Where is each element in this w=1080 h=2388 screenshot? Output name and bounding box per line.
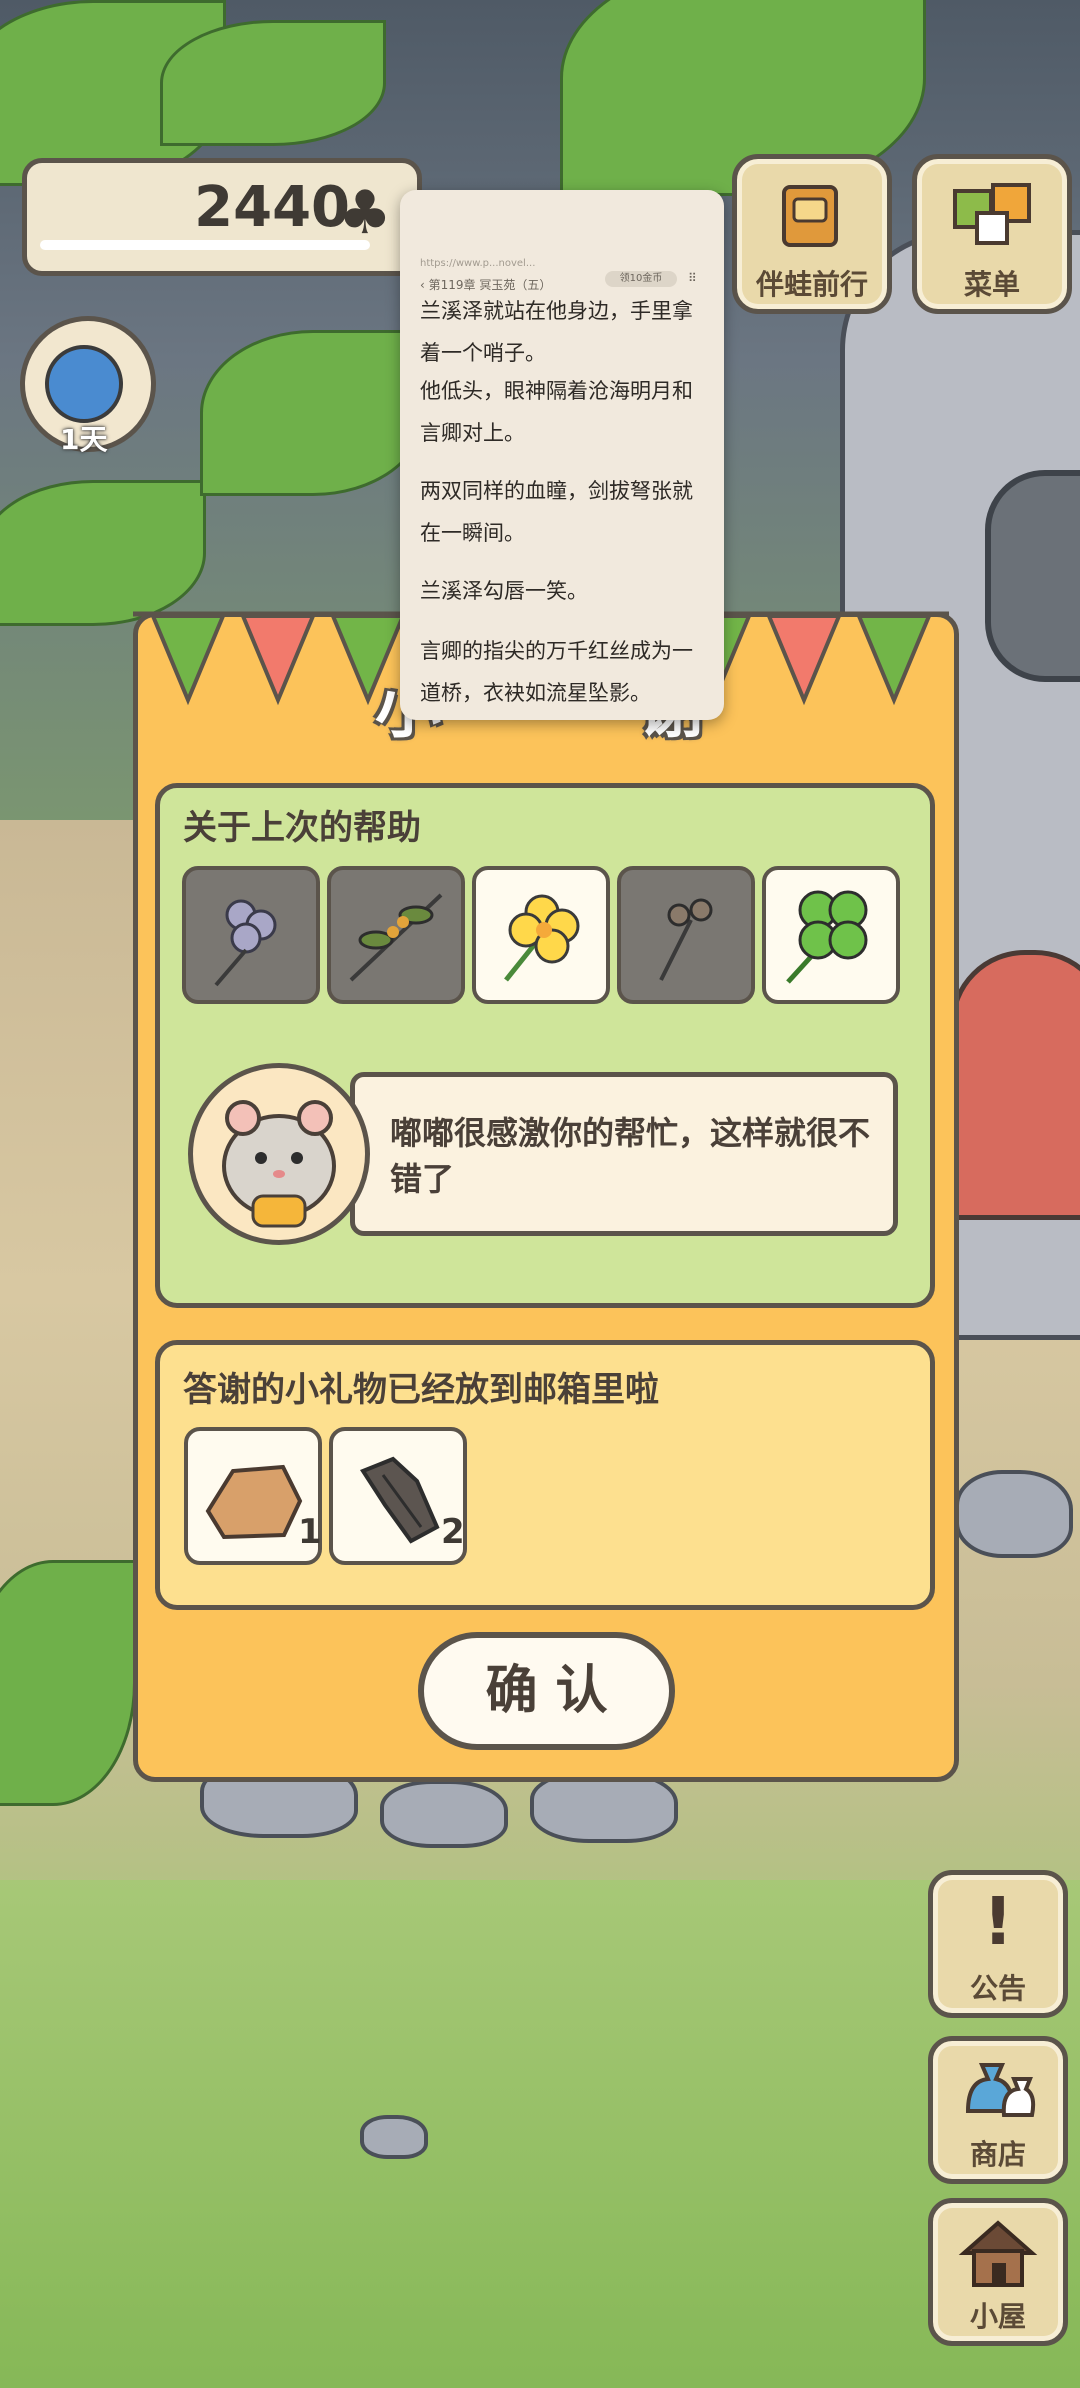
bush-leaf	[160, 20, 386, 146]
menu-button[interactable]: 菜单	[912, 154, 1072, 314]
companion-button-label: 伴蛙前行	[755, 268, 868, 301]
gift-heading: 答谢的小礼物已经放到邮箱里啦	[183, 1370, 659, 1410]
gift-count: 1	[298, 1512, 322, 1552]
notice-button[interactable]: ! 公告	[928, 1870, 1068, 2018]
cottage-door	[950, 950, 1080, 1220]
clover-icon: ♣	[338, 178, 392, 248]
reader-paragraph: 两双同样的血瞳，剑拔弩张就在一瞬间。	[420, 479, 693, 545]
reader-paragraph: 兰溪泽就站在他身边，手里拿着一个哨子。	[420, 299, 693, 365]
reader-paragraph: 他低头，眼神隔着沧海明月和言卿对上。	[420, 379, 693, 445]
gift-count: 2	[441, 1512, 465, 1552]
lilac-flower-icon	[214, 899, 277, 987]
menu-cards-icon	[953, 183, 1031, 245]
hamster-avatar	[188, 1063, 370, 1245]
yellow-flower-icon	[504, 894, 580, 982]
confirm-button[interactable]: 确 认	[418, 1632, 675, 1750]
help-item	[182, 866, 320, 1004]
reader-url: https://www.p...novel...	[420, 258, 536, 269]
reader-grid-icon[interactable]: ⠿	[688, 271, 697, 285]
bag-icon	[965, 2063, 1036, 2117]
rock	[380, 1780, 508, 1848]
reader-coin-pill[interactable]: 领10金币	[605, 271, 677, 287]
house-icon	[958, 2220, 1038, 2287]
help-heading: 关于上次的帮助	[183, 808, 421, 848]
help-item	[762, 866, 900, 1004]
book-icon	[782, 185, 838, 247]
house-label: 小屋	[969, 2300, 1026, 2333]
cottage-window	[985, 470, 1080, 682]
four-leaf-clover-icon	[786, 890, 868, 984]
house-button[interactable]: 小屋	[928, 2198, 1068, 2346]
rock	[955, 1470, 1073, 1558]
help-item	[327, 866, 465, 1004]
hamster-icon	[222, 1100, 336, 1228]
pebble	[360, 2115, 428, 2159]
clover-progress-bar	[40, 240, 370, 250]
shop-label: 商店	[969, 2138, 1026, 2171]
menu-button-label: 菜单	[963, 268, 1020, 301]
reader-paragraph: 言卿的指尖的万千红丝成为一道桥，衣袂如流星坠影。	[420, 639, 693, 705]
day-counter: 1天	[60, 423, 108, 456]
osmanthus-branch-icon	[349, 893, 443, 982]
exclamation-icon: !	[982, 1883, 1014, 1960]
notice-label: 公告	[969, 1972, 1026, 2005]
bush-leaf	[200, 330, 426, 496]
speech-text: 嘟嘟很感激你的帮忙，这样就很不错了	[390, 1114, 871, 1198]
help-item	[472, 866, 610, 1004]
help-item	[617, 866, 755, 1004]
companion-button[interactable]: 伴蛙前行	[732, 154, 892, 314]
clover-count: 2440	[194, 175, 350, 240]
bird-visitor-icon	[45, 345, 123, 423]
shop-button[interactable]: 商店	[928, 2036, 1068, 2184]
background-grass	[0, 1880, 1080, 2388]
reader-paragraph: 兰溪泽勾唇一笑。	[420, 579, 588, 603]
seed-pods-icon	[659, 898, 713, 981]
